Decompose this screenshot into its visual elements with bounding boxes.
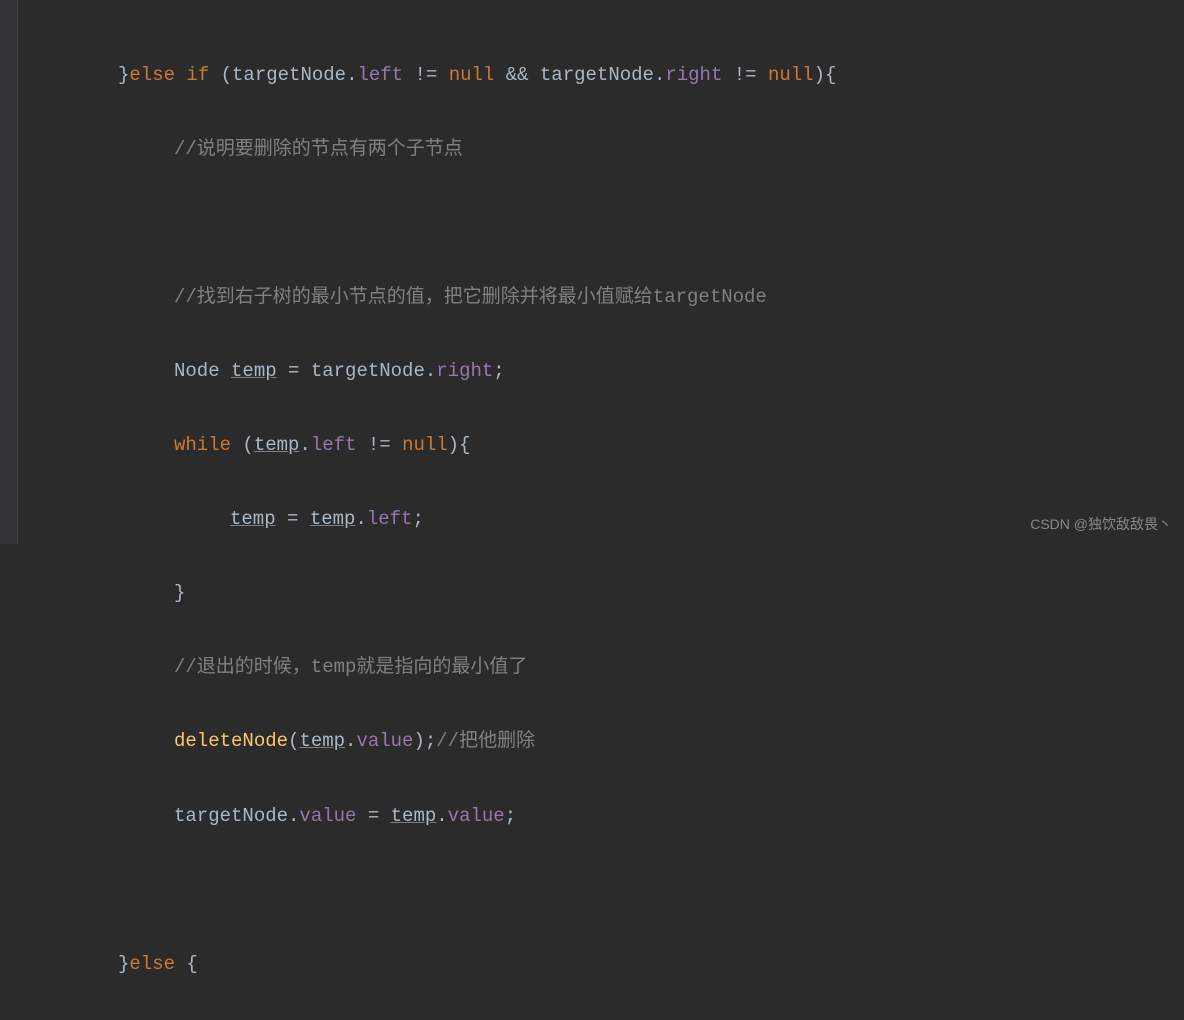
code-line: //说明要删除的节点有两个子节点	[118, 131, 1184, 168]
code-line: }else if (targetNode.left != null && tar…	[118, 57, 1184, 94]
code-line: }	[118, 575, 1184, 612]
code-line	[118, 205, 1184, 242]
code-line: //退出的时候，temp就是指向的最小值了	[118, 649, 1184, 686]
code-line: deleteNode(temp.value);//把他删除	[118, 723, 1184, 760]
watermark-text: CSDN @独饮敌敌畏丶	[1030, 511, 1172, 538]
editor-gutter	[0, 0, 18, 544]
code-line	[118, 872, 1184, 909]
code-line: }else {	[118, 946, 1184, 983]
code-editor[interactable]: }else if (targetNode.left != null && tar…	[0, 0, 1184, 1020]
code-line: //找到右子树的最小节点的值，把它删除并将最小值赋给targetNode	[118, 279, 1184, 316]
code-line: targetNode.value = temp.value;	[118, 798, 1184, 835]
code-line: Node temp = targetNode.right;	[118, 353, 1184, 390]
code-line: temp = temp.left;	[118, 501, 1184, 538]
code-line: while (temp.left != null){	[118, 427, 1184, 464]
